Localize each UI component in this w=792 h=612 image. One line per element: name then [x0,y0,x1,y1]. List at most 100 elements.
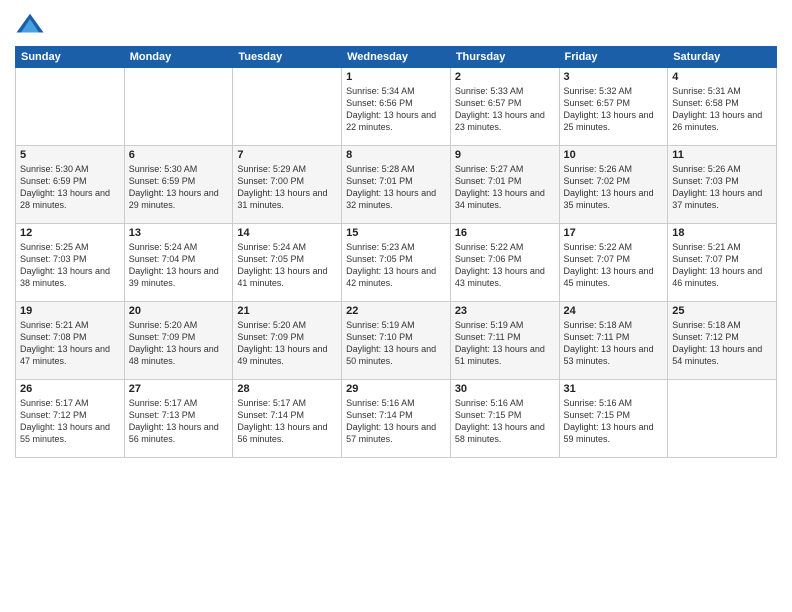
day-detail: Sunrise: 5:29 AMSunset: 7:00 PMDaylight:… [237,163,337,212]
calendar-cell: 19 Sunrise: 5:21 AMSunset: 7:08 PMDayligh… [16,302,125,380]
day-number: 13 [129,227,229,239]
day-number: 17 [564,227,664,239]
day-detail: Sunrise: 5:22 AMSunset: 7:06 PMDaylight:… [455,241,555,290]
calendar-cell [233,68,342,146]
day-number: 15 [346,227,446,239]
calendar-cell: 15 Sunrise: 5:23 AMSunset: 7:05 PMDayligh… [342,224,451,302]
calendar: SundayMondayTuesdayWednesdayThursdayFrid… [15,46,777,458]
day-detail: Sunrise: 5:30 AMSunset: 6:59 PMDaylight:… [20,163,120,212]
day-of-week-header: Wednesday [342,47,451,68]
day-detail: Sunrise: 5:32 AMSunset: 6:57 PMDaylight:… [564,85,664,134]
day-detail: Sunrise: 5:25 AMSunset: 7:03 PMDaylight:… [20,241,120,290]
calendar-cell: 18 Sunrise: 5:21 AMSunset: 7:07 PMDayligh… [668,224,777,302]
day-of-week-header: Friday [559,47,668,68]
calendar-cell: 26Sunrise: 5:17 AMSunset: 7:12 PMDayligh… [16,380,125,458]
day-detail: Sunrise: 5:18 AMSunset: 7:11 PMDaylight:… [564,319,664,368]
day-detail: Sunrise: 5:26 AMSunset: 7:03 PMDaylight:… [672,163,772,212]
day-detail: Sunrise: 5:18 AMSunset: 7:12 PMDaylight:… [672,319,772,368]
day-detail: Sunrise: 5:16 AMSunset: 7:15 PMDaylight:… [564,397,664,446]
calendar-cell: 16 Sunrise: 5:22 AMSunset: 7:06 PMDayligh… [450,224,559,302]
calendar-header-row: SundayMondayTuesdayWednesdayThursdayFrid… [16,47,777,68]
calendar-cell: 27Sunrise: 5:17 AMSunset: 7:13 PMDayligh… [124,380,233,458]
day-number: 25 [672,305,772,317]
day-detail: Sunrise: 5:28 AMSunset: 7:01 PMDaylight:… [346,163,446,212]
day-number: 2 [455,71,555,83]
calendar-cell: 12 Sunrise: 5:25 AMSunset: 7:03 PMDayligh… [16,224,125,302]
day-number: 3 [564,71,664,83]
day-number: 30 [455,383,555,395]
day-number: 20 [129,305,229,317]
calendar-week-row: 12 Sunrise: 5:25 AMSunset: 7:03 PMDayligh… [16,224,777,302]
day-number: 4 [672,71,772,83]
day-number: 6 [129,149,229,161]
day-number: 1 [346,71,446,83]
day-number: 23 [455,305,555,317]
day-number: 12 [20,227,120,239]
day-number: 19 [20,305,120,317]
calendar-cell: 28 Sunrise: 5:17 AMSunset: 7:14 PMDayligh… [233,380,342,458]
calendar-cell: 3 Sunrise: 5:32 AMSunset: 6:57 PMDaylight… [559,68,668,146]
day-of-week-header: Thursday [450,47,559,68]
day-detail: Sunrise: 5:20 AMSunset: 7:09 PMDaylight:… [237,319,337,368]
day-detail: Sunrise: 5:22 AMSunset: 7:07 PMDaylight:… [564,241,664,290]
day-detail: Sunrise: 5:19 AMSunset: 7:10 PMDaylight:… [346,319,446,368]
calendar-cell: 29 Sunrise: 5:16 AMSunset: 7:14 PMDayligh… [342,380,451,458]
calendar-cell: 2 Sunrise: 5:33 AMSunset: 6:57 PMDaylight… [450,68,559,146]
day-detail: Sunrise: 5:21 AMSunset: 7:08 PMDaylight:… [20,319,120,368]
day-number: 8 [346,149,446,161]
day-detail: Sunrise: 5:17 AMSunset: 7:14 PMDaylight:… [237,397,337,446]
day-number: 9 [455,149,555,161]
day-detail: Sunrise: 5:24 AMSunset: 7:05 PMDaylight:… [237,241,337,290]
calendar-cell: 14Sunrise: 5:24 AMSunset: 7:05 PMDayligh… [233,224,342,302]
calendar-cell [124,68,233,146]
day-number: 26 [20,383,120,395]
day-detail: Sunrise: 5:33 AMSunset: 6:57 PMDaylight:… [455,85,555,134]
day-number: 24 [564,305,664,317]
calendar-cell: 7 Sunrise: 5:29 AMSunset: 7:00 PMDaylight… [233,146,342,224]
day-of-week-header: Tuesday [233,47,342,68]
day-of-week-header: Saturday [668,47,777,68]
day-detail: Sunrise: 5:26 AMSunset: 7:02 PMDaylight:… [564,163,664,212]
day-number: 5 [20,149,120,161]
day-detail: Sunrise: 5:16 AMSunset: 7:14 PMDaylight:… [346,397,446,446]
day-detail: Sunrise: 5:30 AMSunset: 6:59 PMDaylight:… [129,163,229,212]
calendar-cell: 11 Sunrise: 5:26 AMSunset: 7:03 PMDayligh… [668,146,777,224]
day-detail: Sunrise: 5:21 AMSunset: 7:07 PMDaylight:… [672,241,772,290]
day-number: 22 [346,305,446,317]
calendar-cell: 31 Sunrise: 5:16 AMSunset: 7:15 PMDayligh… [559,380,668,458]
calendar-cell: 10Sunrise: 5:26 AMSunset: 7:02 PMDayligh… [559,146,668,224]
calendar-week-row: 5 Sunrise: 5:30 AMSunset: 6:59 PMDaylight… [16,146,777,224]
day-number: 28 [237,383,337,395]
day-number: 21 [237,305,337,317]
calendar-cell: 4 Sunrise: 5:31 AMSunset: 6:58 PMDaylight… [668,68,777,146]
day-detail: Sunrise: 5:31 AMSunset: 6:58 PMDaylight:… [672,85,772,134]
day-detail: Sunrise: 5:20 AMSunset: 7:09 PMDaylight:… [129,319,229,368]
calendar-cell: 17 Sunrise: 5:22 AMSunset: 7:07 PMDayligh… [559,224,668,302]
logo-icon [15,10,45,40]
calendar-cell: 22 Sunrise: 5:19 AMSunset: 7:10 PMDayligh… [342,302,451,380]
day-number: 18 [672,227,772,239]
day-number: 11 [672,149,772,161]
calendar-week-row: 26Sunrise: 5:17 AMSunset: 7:12 PMDayligh… [16,380,777,458]
calendar-cell: 25 Sunrise: 5:18 AMSunset: 7:12 PMDayligh… [668,302,777,380]
logo [15,10,49,40]
day-detail: Sunrise: 5:24 AMSunset: 7:04 PMDaylight:… [129,241,229,290]
day-detail: Sunrise: 5:34 AMSunset: 6:56 PMDaylight:… [346,85,446,134]
calendar-cell [16,68,125,146]
calendar-cell: 9 Sunrise: 5:27 AMSunset: 7:01 PMDaylight… [450,146,559,224]
calendar-week-row: 19 Sunrise: 5:21 AMSunset: 7:08 PMDayligh… [16,302,777,380]
day-number: 16 [455,227,555,239]
calendar-cell: 1 Sunrise: 5:34 AMSunset: 6:56 PMDaylight… [342,68,451,146]
day-number: 29 [346,383,446,395]
header [15,10,777,40]
calendar-cell: 24 Sunrise: 5:18 AMSunset: 7:11 PMDayligh… [559,302,668,380]
calendar-cell: 23 Sunrise: 5:19 AMSunset: 7:11 PMDayligh… [450,302,559,380]
day-detail: Sunrise: 5:19 AMSunset: 7:11 PMDaylight:… [455,319,555,368]
day-detail: Sunrise: 5:16 AMSunset: 7:15 PMDaylight:… [455,397,555,446]
day-number: 7 [237,149,337,161]
calendar-cell [668,380,777,458]
page: SundayMondayTuesdayWednesdayThursdayFrid… [0,0,792,612]
day-detail: Sunrise: 5:27 AMSunset: 7:01 PMDaylight:… [455,163,555,212]
day-number: 31 [564,383,664,395]
day-detail: Sunrise: 5:23 AMSunset: 7:05 PMDaylight:… [346,241,446,290]
